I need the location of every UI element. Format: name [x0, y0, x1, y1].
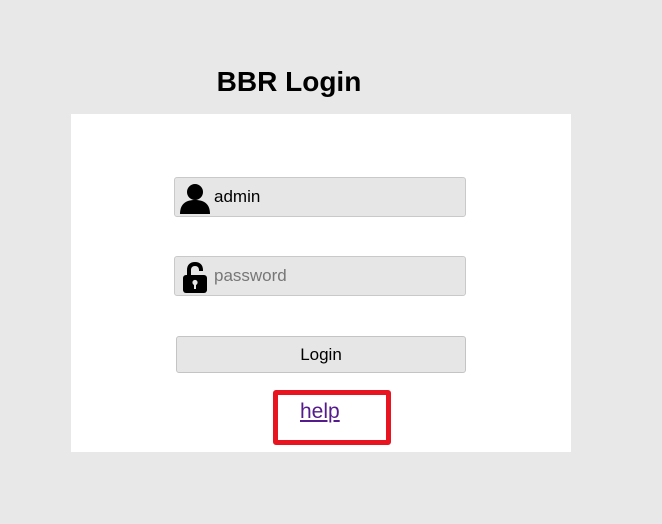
- username-input[interactable]: [214, 178, 459, 216]
- help-link[interactable]: help: [300, 399, 340, 425]
- password-field[interactable]: [174, 256, 466, 296]
- user-icon: [180, 184, 210, 214]
- page-title: BBR Login: [216, 66, 362, 97]
- login-button[interactable]: Login: [176, 336, 466, 373]
- password-input[interactable]: [214, 257, 459, 295]
- login-page: BBR Login Login help: [0, 0, 662, 524]
- username-field[interactable]: [174, 177, 466, 217]
- login-panel: Login help: [71, 114, 571, 452]
- lock-icon: [183, 262, 207, 293]
